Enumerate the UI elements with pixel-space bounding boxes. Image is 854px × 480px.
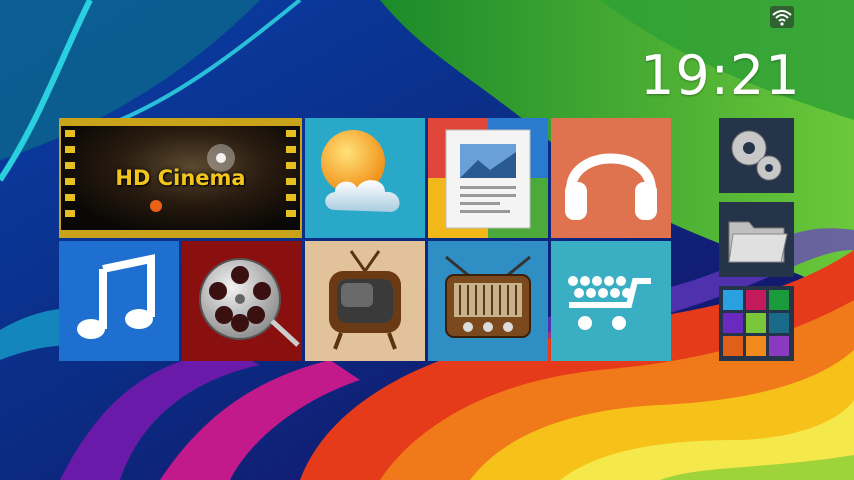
headphones-icon: [565, 153, 657, 220]
music-note-icon: [77, 254, 155, 339]
picture-document-icon: [428, 118, 548, 238]
tile-gallery[interactable]: [428, 118, 548, 238]
tile-music-player[interactable]: [59, 241, 179, 361]
tile-weather[interactable]: [305, 118, 425, 238]
clock: 19:21: [640, 44, 801, 107]
tile-hd-cinema[interactable]: HD Cinema: [59, 118, 302, 238]
folder-icon: [728, 221, 788, 263]
tile-tv[interactable]: [305, 241, 425, 361]
gear-icon: [731, 130, 782, 181]
vintage-radio-icon: [445, 255, 531, 338]
tile-radio[interactable]: [428, 241, 548, 361]
app-grid-icon: [723, 290, 789, 356]
film-reel-icon: [199, 258, 300, 347]
tile-video[interactable]: [182, 241, 302, 361]
wifi-icon: [770, 6, 794, 28]
hd-cinema-label: HD Cinema: [115, 166, 246, 190]
all-apps-button[interactable]: [719, 286, 794, 361]
retro-tv-icon: [329, 250, 401, 350]
settings-button[interactable]: [719, 118, 794, 193]
tile-store[interactable]: [551, 241, 671, 361]
file-manager-button[interactable]: [719, 202, 794, 277]
weather-sun-cloud-icon: [321, 130, 400, 212]
shopping-cart-icon: [568, 276, 651, 330]
tile-music[interactable]: [551, 118, 671, 238]
